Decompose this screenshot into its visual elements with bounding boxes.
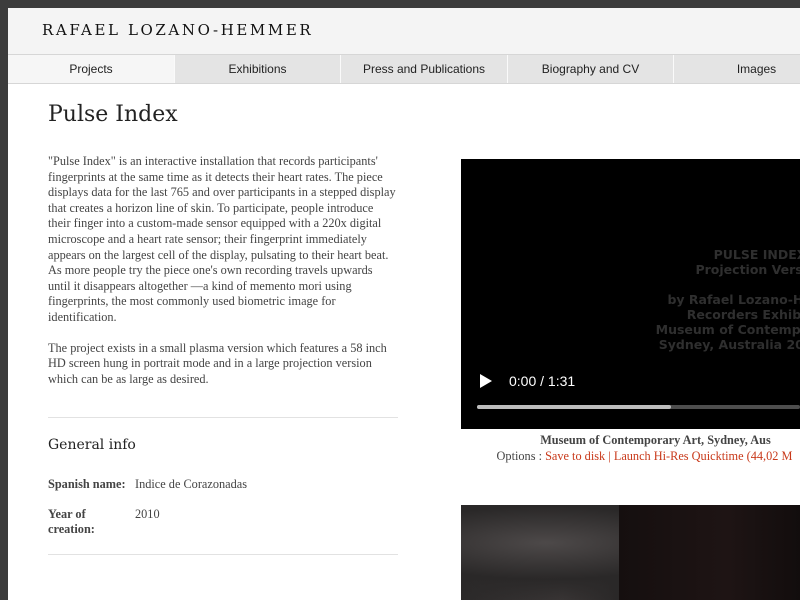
project-photo[interactable] <box>461 505 800 600</box>
description-paragraph: The project exists in a small plasma ver… <box>48 340 387 386</box>
info-row: Spanish name: Indice de Corazonadas <box>48 477 398 493</box>
info-label: Year of creation: <box>48 506 95 537</box>
nav-tab-projects[interactable]: Projects <box>8 55 175 83</box>
video-title-line: Recorders Exhibition <box>686 307 800 322</box>
video-progress-bar[interactable] <box>477 405 800 409</box>
site-header: RAFAEL LOZANO-HEMMER <box>8 8 800 54</box>
video-caption: Museum of Contemporary Art, Sydney, Aus … <box>461 432 800 464</box>
video-title-spacer <box>600 277 800 292</box>
nav-tab-press-and-publications[interactable]: Press and Publications <box>341 55 508 83</box>
section-divider <box>48 417 398 419</box>
page: RAFAEL LOZANO-HEMMER Projects Exhibition… <box>8 8 800 600</box>
main-nav: Projects Exhibitions Press and Publicati… <box>8 54 800 84</box>
video-title-line: by Rafael Lozano-Hemmer <box>667 292 800 307</box>
launch-hires-quicktime-link[interactable]: Launch Hi-Res Quicktime (44,02 M <box>614 449 793 463</box>
video-player[interactable]: PULSE INDEX Projection Version by Rafael… <box>461 159 800 429</box>
video-caption-title: Museum of Contemporary Art, Sydney, Aus <box>540 433 771 447</box>
info-value: 2010 <box>135 506 160 521</box>
general-info-title: General info <box>48 437 136 454</box>
site-logo[interactable]: RAFAEL LOZANO-HEMMER <box>42 21 313 39</box>
nav-tab-biography-and-cv[interactable]: Biography and CV <box>508 55 674 83</box>
video-title-line: Museum of Contemporary Art <box>655 322 800 337</box>
info-row: Year of creation: 2010 <box>48 507 398 538</box>
info-value: Indice de Corazonadas <box>135 476 247 491</box>
options-label: Options : <box>496 449 542 463</box>
project-description: "Pulse Index" is an interactive installa… <box>48 154 398 555</box>
project-photo-shadow <box>619 505 800 600</box>
options-separator: | <box>608 449 611 463</box>
nav-tab-images[interactable]: Images <box>674 55 800 83</box>
video-title-line: PULSE INDEX <box>713 247 800 262</box>
page-title: Pulse Index <box>48 102 178 127</box>
video-title-card: PULSE INDEX Projection Version by Rafael… <box>600 247 800 352</box>
section-divider <box>48 553 398 555</box>
nav-tab-exhibitions[interactable]: Exhibitions <box>175 55 341 83</box>
video-options: Options : Save to disk | Launch Hi-Res Q… <box>489 448 800 464</box>
info-label: Spanish name: <box>48 476 126 491</box>
video-time-readout: 0:00 / 1:31 <box>509 373 576 389</box>
save-to-disk-link[interactable]: Save to disk <box>545 449 605 463</box>
video-buffered-fill <box>477 405 671 409</box>
video-title-line: Projection Version <box>695 262 800 277</box>
video-title-line: Sydney, Australia 2011-2012 <box>658 337 800 352</box>
description-paragraph: "Pulse Index" is an interactive installa… <box>48 154 396 324</box>
play-icon[interactable] <box>479 373 493 389</box>
